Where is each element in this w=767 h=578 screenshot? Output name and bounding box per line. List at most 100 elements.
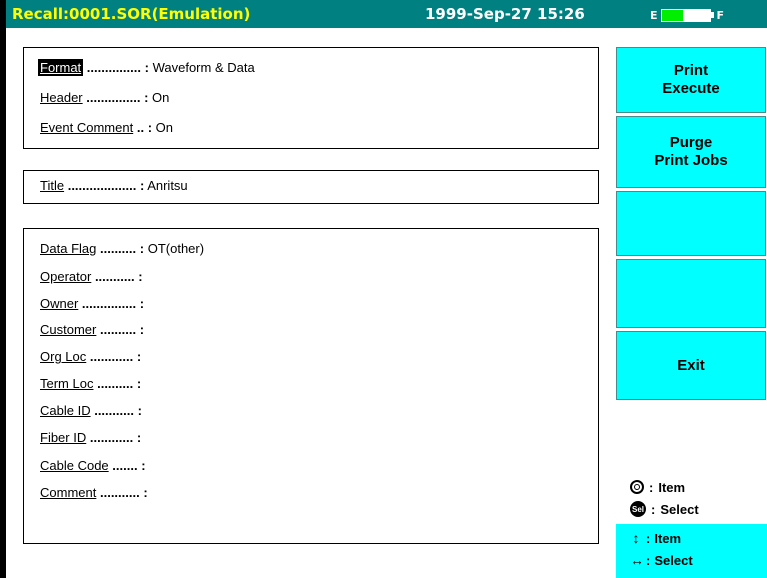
separator: :: [139, 241, 145, 256]
legend-knob-text: Item: [658, 479, 686, 495]
leader-dots: ..........: [99, 322, 137, 337]
data-flag-label[interactable]: Data Flag: [40, 241, 96, 256]
term-loc-row[interactable]: Term Loc .......... :: [40, 376, 141, 391]
hint-updown-row: ↕ : Item: [630, 527, 767, 549]
cable-code-label[interactable]: Cable Code: [40, 458, 109, 473]
print-execute-button[interactable]: Print Execute: [616, 47, 766, 113]
data-flag-row[interactable]: Data Flag .......... : OT(other): [40, 241, 204, 256]
separator: :: [136, 349, 142, 364]
leader-dots: ............: [89, 430, 134, 445]
battery-full-label: F: [716, 8, 725, 22]
customer-label[interactable]: Customer: [40, 322, 96, 337]
leader-dots: .......: [112, 458, 138, 473]
fiber-id-row[interactable]: Fiber ID ............ :: [40, 430, 141, 445]
title-label[interactable]: Title: [40, 178, 64, 193]
hint-sep: :: [646, 552, 651, 568]
format-value: Waveform & Data: [152, 60, 255, 75]
leader-dots: ...........: [99, 485, 140, 500]
separator: :: [138, 269, 143, 284]
event-comment-value: On: [155, 120, 173, 135]
sel-button-icon: Sel: [630, 501, 646, 517]
separator: :: [147, 120, 153, 135]
owner-label[interactable]: Owner: [40, 296, 78, 311]
operator-label[interactable]: Operator: [40, 269, 91, 284]
operator-row[interactable]: Operator ........... :: [40, 269, 143, 284]
format-label[interactable]: Format: [38, 59, 84, 76]
up-down-arrow-icon: ↕: [632, 530, 640, 546]
fiber-id-label[interactable]: Fiber ID: [40, 430, 86, 445]
separator: :: [141, 458, 146, 473]
battery-level-fill: [661, 9, 684, 21]
left-edge-bar: [0, 0, 6, 578]
separator: :: [139, 322, 145, 337]
legend-sep: :: [651, 501, 656, 517]
org-loc-row[interactable]: Org Loc ............ :: [40, 349, 141, 364]
softkey-line2: Execute: [662, 80, 720, 97]
leader-dots: ...........: [94, 269, 135, 284]
softkey-line1: Exit: [677, 356, 705, 374]
leader-dots: ..........: [100, 241, 137, 256]
leader-dots: ..........: [97, 376, 134, 391]
cable-id-label[interactable]: Cable ID: [40, 403, 91, 418]
battery-indicator: E F: [650, 8, 724, 22]
leader-dots: ............: [89, 349, 134, 364]
info-panel: Data Flag .......... : OT(other) Operato…: [23, 228, 599, 544]
battery-empty-label: E: [650, 8, 658, 22]
hint-leftright-row: ↔ : Select: [630, 549, 767, 571]
legend-knob-row: : Item: [630, 476, 699, 498]
key-hints: ↕ : Item ↔ : Select: [616, 524, 767, 578]
leader-dots: ...........: [94, 403, 134, 418]
legend-sep: :: [649, 479, 654, 495]
data-flag-value: OT(other): [147, 241, 205, 256]
leader-dots: ..: [136, 120, 145, 135]
separator: :: [136, 376, 142, 391]
leader-dots: ...............: [81, 296, 137, 311]
separator: :: [143, 485, 148, 500]
softkey-4-blank[interactable]: [616, 259, 766, 328]
comment-row[interactable]: Comment ........... :: [40, 485, 148, 500]
date-time: 1999-Sep-27 15:26: [425, 5, 585, 23]
battery-icon: [660, 8, 711, 22]
hint-sep: :: [646, 530, 651, 546]
hint-updown-text: Item: [654, 530, 682, 546]
separator: :: [137, 403, 142, 418]
title-panel: Title ................... : Anritsu: [23, 170, 599, 204]
softkey-line2: Print Jobs: [654, 152, 728, 169]
owner-row[interactable]: Owner ............... :: [40, 296, 144, 311]
leader-dots: ...............: [86, 90, 141, 105]
event-comment-label[interactable]: Event Comment: [40, 120, 133, 135]
hint-leftright-text: Select: [654, 552, 693, 568]
purge-print-jobs-button[interactable]: Purge Print Jobs: [616, 116, 766, 188]
rotary-knob-icon: [630, 480, 644, 494]
header-label[interactable]: Header: [40, 90, 83, 105]
org-loc-label[interactable]: Org Loc: [40, 349, 86, 364]
window-title: Recall:0001.SOR(Emulation): [12, 5, 251, 23]
term-loc-label[interactable]: Term Loc: [40, 376, 93, 391]
exit-button[interactable]: Exit: [616, 331, 766, 400]
separator: :: [144, 60, 149, 75]
title-row[interactable]: Title ................... : Anritsu: [40, 178, 188, 193]
format-panel: Format ............... : Waveform & Data…: [23, 47, 599, 149]
comment-label[interactable]: Comment: [40, 485, 96, 500]
format-row[interactable]: Format ............... : Waveform & Data: [38, 59, 255, 76]
header-row[interactable]: Header ............... : On: [40, 90, 169, 105]
control-legend: : Item Sel : Select: [630, 476, 699, 520]
separator: :: [139, 178, 145, 193]
leader-dots: ...............: [86, 60, 141, 75]
title-bar: Recall:0001.SOR(Emulation) 1999-Sep-27 1…: [0, 0, 767, 28]
customer-row[interactable]: Customer .......... :: [40, 322, 144, 337]
softkey-line1: Print: [673, 62, 709, 79]
legend-sel-row: Sel : Select: [630, 498, 699, 520]
left-right-arrow-icon: ↔: [630, 552, 644, 568]
separator: :: [144, 90, 149, 105]
softkey-3-blank[interactable]: [616, 191, 766, 256]
cable-code-row[interactable]: Cable Code ....... :: [40, 458, 146, 473]
title-value: Anritsu: [147, 178, 188, 193]
legend-sel-text: Select: [660, 501, 699, 517]
leader-dots: ...................: [67, 178, 137, 193]
header-value: On: [152, 90, 170, 105]
battery-tip: [710, 12, 714, 18]
cable-id-row[interactable]: Cable ID ........... :: [40, 403, 142, 418]
softkey-line1: Purge: [669, 134, 713, 151]
event-comment-row[interactable]: Event Comment .. : On: [40, 120, 173, 135]
